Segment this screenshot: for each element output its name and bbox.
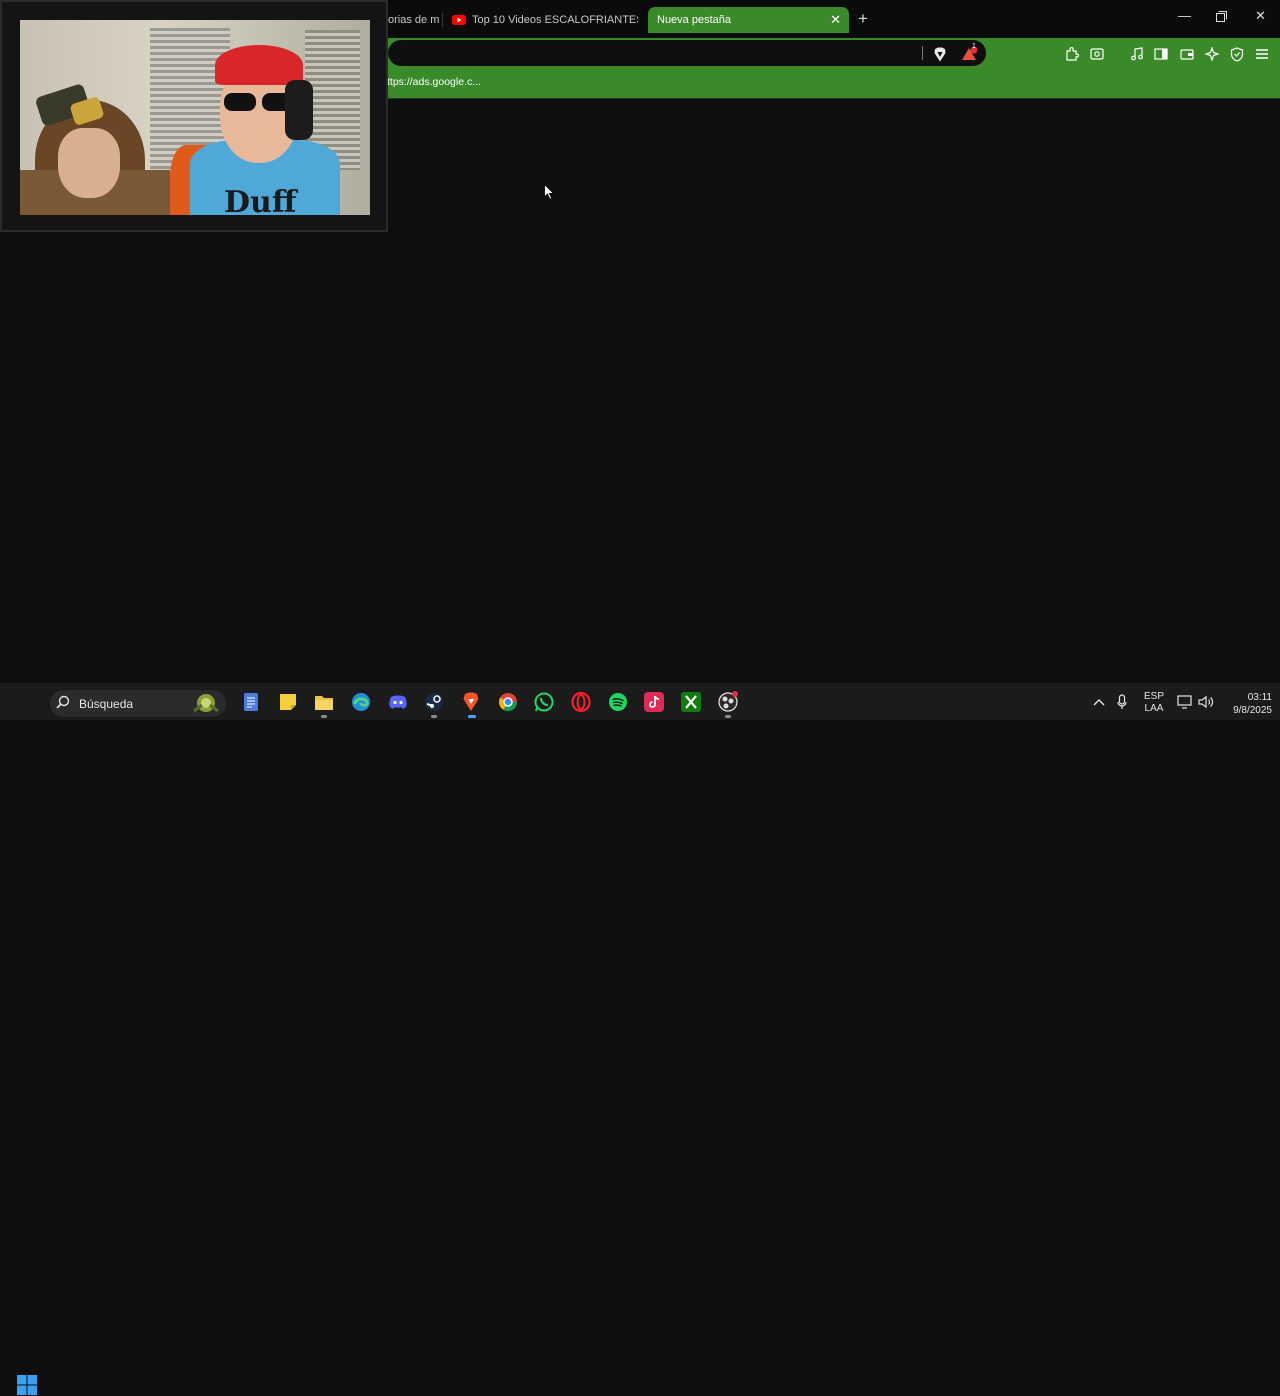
discord-icon[interactable] <box>387 691 409 713</box>
steam-icon[interactable] <box>423 691 445 713</box>
tab-youtube[interactable]: Top 10 Videos ESCALOFRIANTES De F <box>452 7 638 33</box>
tab-label: orias de m <box>388 14 440 26</box>
widgets-icon[interactable] <box>188 690 224 716</box>
opera-icon[interactable] <box>570 691 592 713</box>
search-placeholder: Búsqueda <box>79 697 134 711</box>
clock-time: 03:11 <box>1247 692 1272 703</box>
webcam-overlay: Duff <box>0 0 388 232</box>
bookmark-ads-google[interactable]: ttps://ads.google.c... <box>387 76 481 88</box>
obs-icon[interactable] <box>717 691 739 713</box>
capture-icon[interactable] <box>1089 46 1105 62</box>
network-icon[interactable] <box>1176 691 1194 713</box>
file-explorer-icon[interactable] <box>313 691 335 713</box>
brave-shield-icon[interactable] <box>932 46 948 62</box>
sidebar-icon[interactable] <box>1153 46 1169 62</box>
tab-label: Top 10 Videos ESCALOFRIANTES De F <box>472 14 638 26</box>
microphone-icon[interactable] <box>1113 691 1131 713</box>
tiktok-icon[interactable] <box>643 691 665 713</box>
menu-icon[interactable] <box>1254 46 1270 62</box>
close-icon[interactable]: ✕ <box>830 12 841 28</box>
windows-start-icon[interactable] <box>16 1374 38 1396</box>
clock-date: 9/8/2025 <box>1233 705 1272 716</box>
tab-previous[interactable]: orias de m <box>388 7 440 33</box>
new-tab-button[interactable]: + <box>858 9 868 29</box>
volume-icon[interactable] <box>1196 691 1216 713</box>
chrome-icon[interactable] <box>497 691 519 713</box>
webcam-video: Duff <box>20 20 370 215</box>
brave-icon[interactable] <box>460 691 482 713</box>
youtube-icon <box>452 15 466 25</box>
whatsapp-icon[interactable] <box>533 691 555 713</box>
wallet-icon[interactable] <box>1179 46 1195 62</box>
xbox-icon[interactable] <box>680 691 702 713</box>
browser-window: orias de m Top 10 Videos ESCALOFRIANTES … <box>0 0 1280 683</box>
language-indicator[interactable]: ESP LAA <box>1141 691 1167 715</box>
language-code: ESP <box>1143 691 1164 702</box>
notepad-icon[interactable] <box>240 691 262 713</box>
keyboard-layout: LAA <box>1144 703 1164 714</box>
rewards-badge: 1 <box>972 43 976 50</box>
mouse-cursor <box>544 184 554 200</box>
window-close-icon[interactable]: ✕ <box>1255 8 1266 24</box>
edge-icon[interactable] <box>350 691 372 713</box>
shirt-text: Duff <box>224 185 297 215</box>
tab-new-tab[interactable]: Nueva pestaña ✕ <box>648 7 849 33</box>
extensions-icon[interactable] <box>1064 46 1080 62</box>
tab-label: Nueva pestaña <box>657 14 731 26</box>
brave-rewards-icon[interactable]: 1 <box>961 43 977 62</box>
sticky-notes-icon[interactable] <box>277 691 299 713</box>
spotify-icon[interactable] <box>607 691 629 713</box>
media-icon[interactable] <box>1129 46 1145 62</box>
address-bar[interactable] <box>388 40 986 66</box>
headset <box>285 80 313 140</box>
leo-ai-icon[interactable] <box>1204 46 1220 62</box>
minimize-icon[interactable]: — <box>1178 8 1191 23</box>
restore-icon[interactable] <box>1216 10 1227 25</box>
vpn-icon[interactable] <box>1229 46 1245 62</box>
tab-separator <box>442 13 443 27</box>
clock[interactable]: 03:11 9/8/2025 <box>1222 691 1272 717</box>
search-icon <box>54 693 72 711</box>
address-bar-divider <box>922 46 923 60</box>
chevron-up-icon[interactable] <box>1090 691 1108 713</box>
